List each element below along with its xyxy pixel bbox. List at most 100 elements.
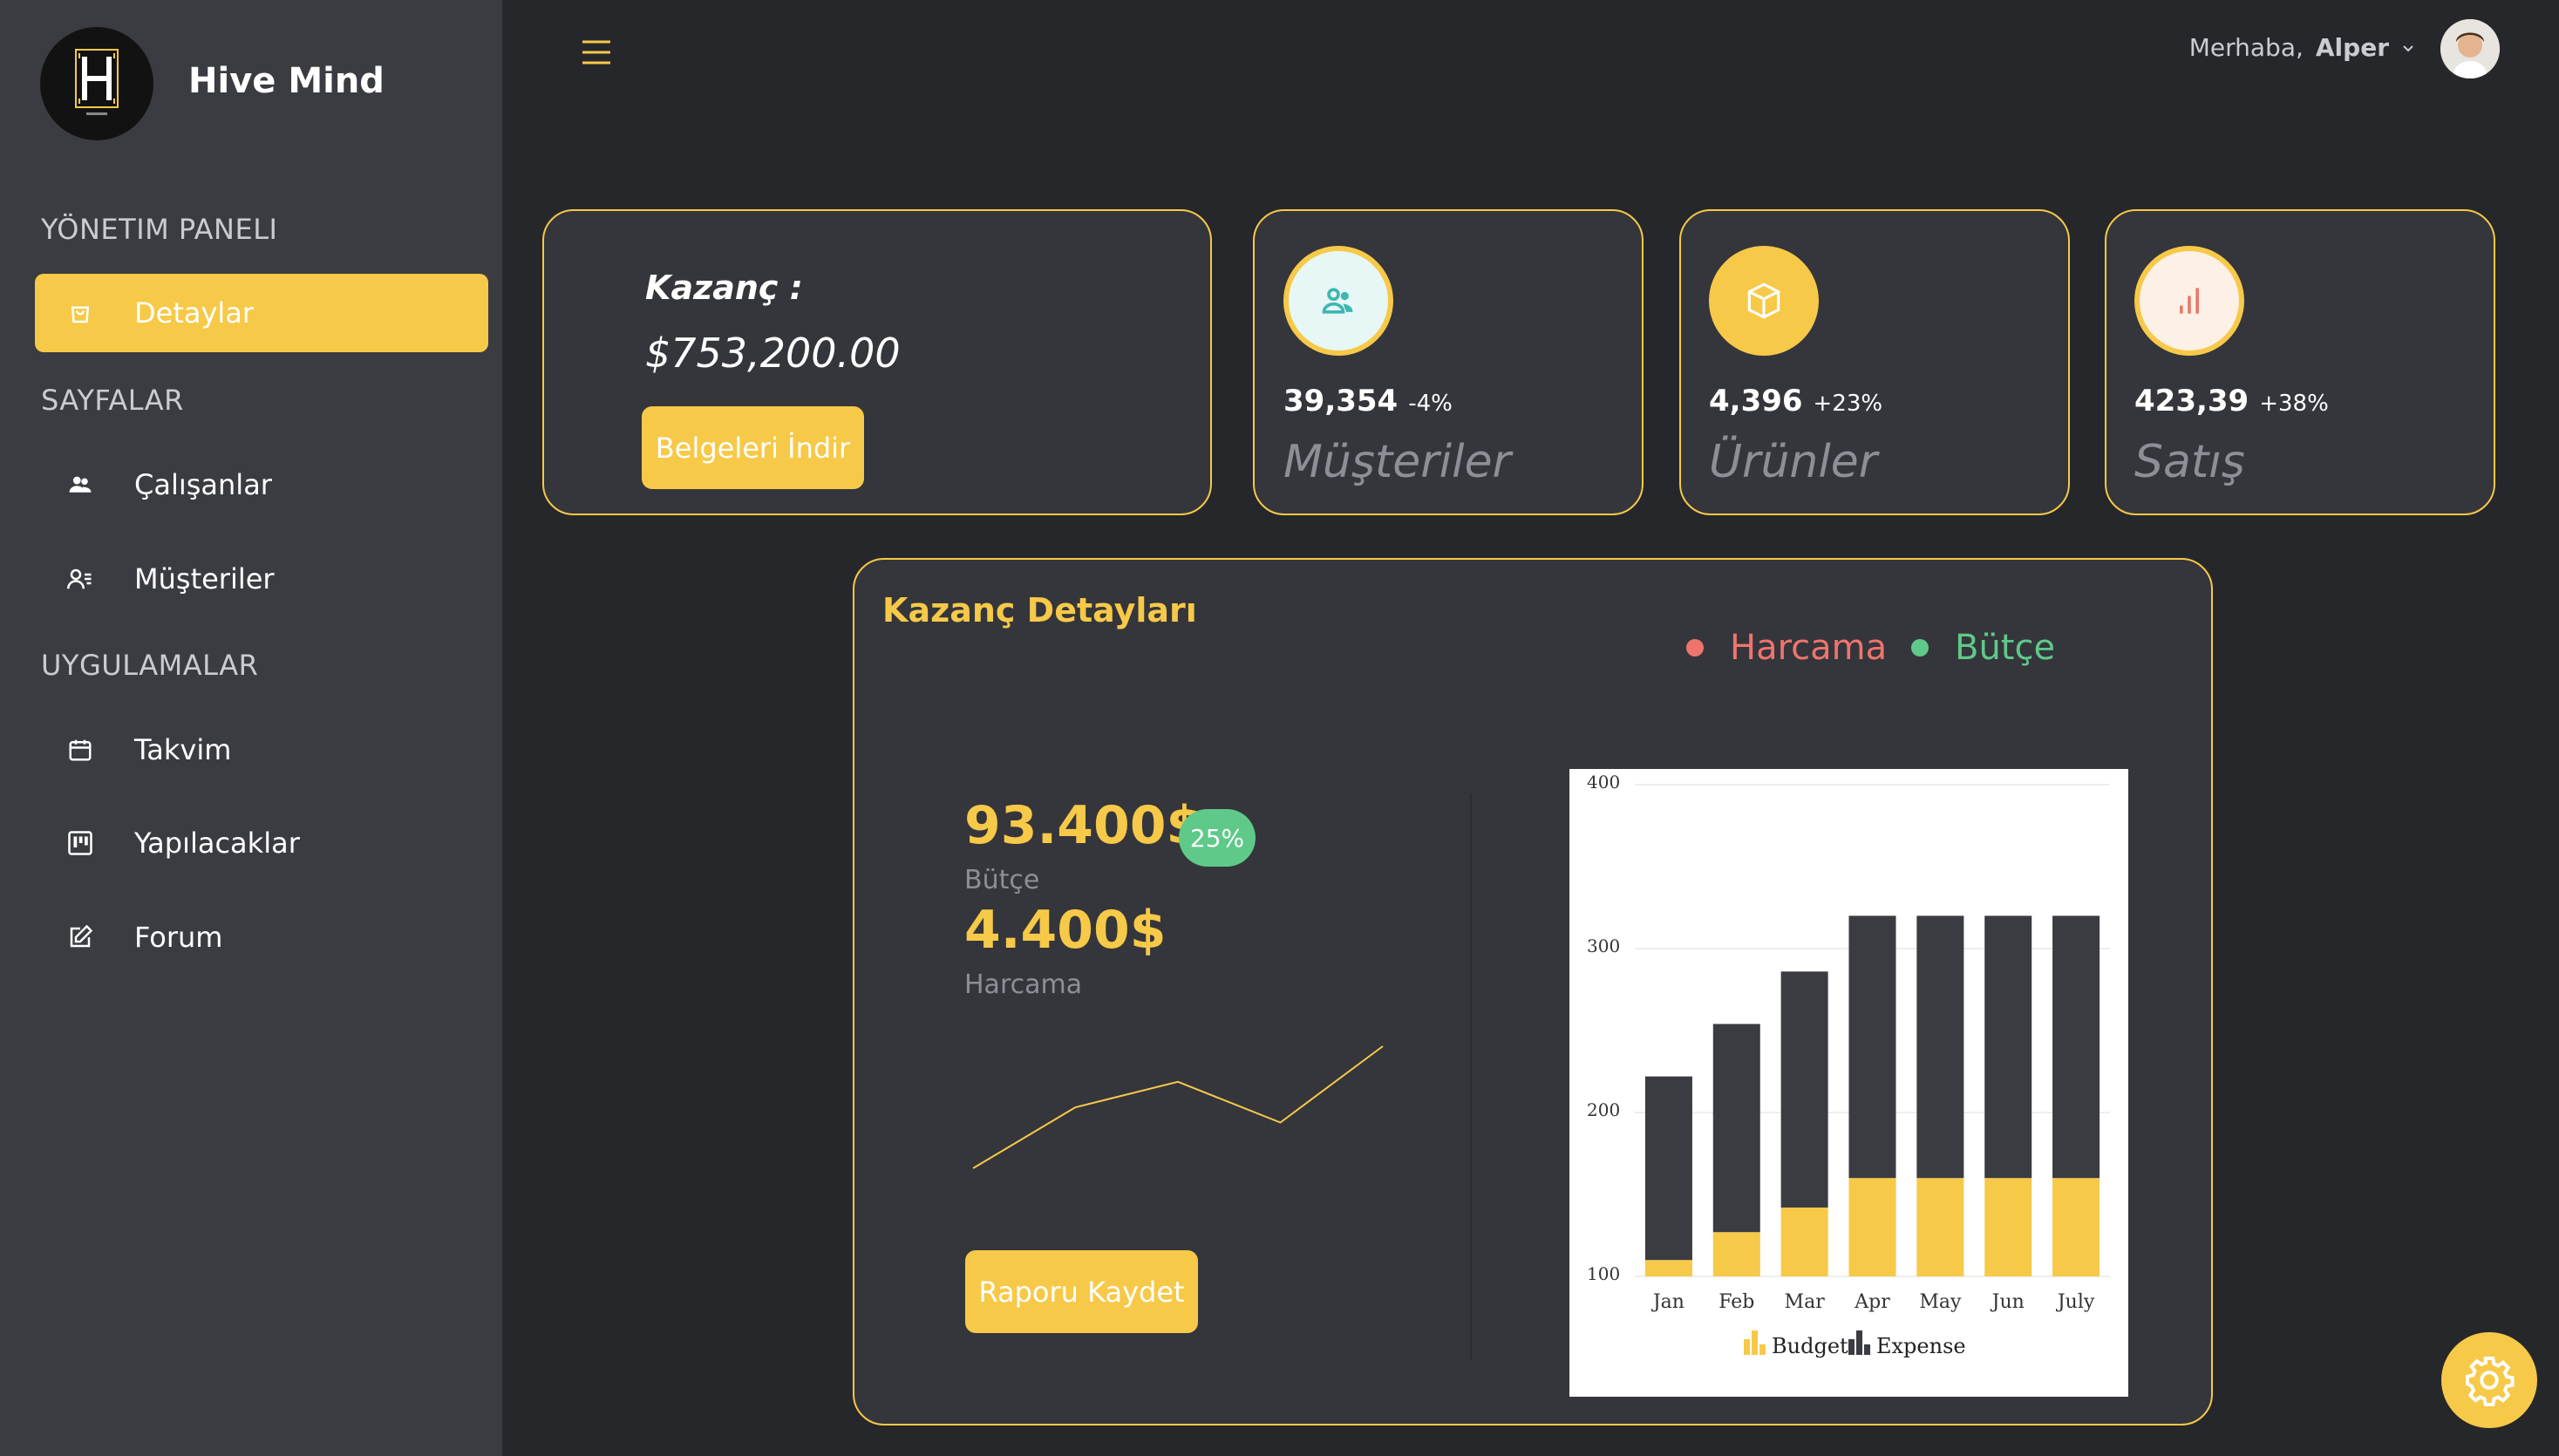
stat-value: 423,39	[2134, 384, 2249, 418]
legend-swatch	[1759, 1344, 1766, 1355]
budget-percent-badge: 25%	[1179, 809, 1256, 867]
bar-expense	[1848, 915, 1896, 1179]
user-menu[interactable]: Merhaba, Alper	[2189, 33, 2415, 62]
stat-value: 39,354	[1283, 384, 1399, 418]
sidebar-item-label: Yapılacaklar	[134, 827, 300, 860]
stat-icon-wrapper	[1283, 246, 1393, 356]
earnings-details-title: Kazanç Detayları	[882, 591, 1197, 629]
earnings-title: Kazanç :	[645, 269, 803, 307]
budget-label: Bütçe	[964, 865, 1040, 895]
avatar[interactable]	[2440, 19, 2500, 78]
legend-label: Bütçe	[1955, 628, 2056, 668]
stat-icon-wrapper	[1709, 246, 1819, 356]
menu-toggle-button[interactable]	[579, 35, 614, 70]
bar-budget	[1712, 1232, 1760, 1276]
legend-label: Expense	[1876, 1334, 1966, 1358]
bar-budget	[1916, 1178, 1964, 1276]
save-report-button[interactable]: Raporu Kaydet	[965, 1250, 1198, 1333]
greeting-text: Merhaba,	[2188, 33, 2304, 62]
sidebar-item-yapilacaklar[interactable]: Yapılacaklar	[35, 804, 488, 882]
legend-swatch	[1856, 1330, 1862, 1355]
hamburger-icon	[582, 40, 610, 65]
stat-label-products: Ürünler	[1709, 436, 1878, 488]
stat-change: +38%	[2259, 391, 2329, 417]
bar-budget	[1644, 1260, 1692, 1276]
stat-value-products: 4,396 +23%	[1709, 384, 1882, 418]
bar-chart-icon	[2180, 288, 2199, 314]
legend-swatch	[1848, 1339, 1855, 1355]
bar-expense	[1644, 1076, 1692, 1261]
x-tick-label: Jun	[1991, 1291, 2025, 1313]
legend-swatch	[1864, 1344, 1870, 1355]
team-icon	[63, 467, 98, 502]
bar-expense	[1712, 1024, 1760, 1233]
x-tick-label: Jan	[1651, 1291, 1684, 1313]
x-tick-label: Feb	[1718, 1291, 1754, 1313]
y-tick-label: 100	[1587, 1263, 1620, 1284]
legend-dot	[1686, 639, 1704, 657]
y-tick-label: 200	[1587, 1099, 1620, 1120]
section-apps: UYGULAMALAR	[41, 649, 259, 682]
bar-expense	[2052, 915, 2100, 1179]
settings-button[interactable]	[2441, 1332, 2537, 1428]
sidebar-item-label: Müşteriler	[134, 562, 275, 595]
stat-change: +23%	[1813, 391, 1883, 417]
sidebar-item-forum[interactable]: Forum	[35, 898, 488, 976]
legend-label: Harcama	[1730, 628, 1888, 668]
legend-label: Budget	[1772, 1334, 1848, 1358]
shopping-bag-icon	[63, 296, 98, 330]
bar-budget	[2052, 1178, 2100, 1276]
sidebar-item-calisanlar[interactable]: Çalışanlar	[35, 446, 488, 524]
stat-label-sales: Satış	[2134, 436, 2245, 488]
edit-icon	[63, 920, 98, 955]
bar-expense	[1984, 915, 2032, 1179]
bar-budget	[1984, 1178, 2032, 1276]
sidebar-item-label: Takvim	[134, 733, 232, 766]
contacts-icon	[63, 561, 98, 596]
stat-change: -4%	[1408, 391, 1453, 417]
bar-budget	[1780, 1208, 1828, 1276]
hive-logo-icon	[75, 49, 119, 115]
legend-swatch	[1752, 1330, 1758, 1355]
sparkline-line	[972, 1045, 1384, 1169]
sidebar-item-label: Çalışanlar	[134, 468, 272, 501]
sidebar-item-takvim[interactable]: Takvim	[35, 711, 488, 789]
budget-value: 93.400$	[964, 795, 1203, 856]
legend-budget: Bütçe	[1911, 628, 2055, 668]
bar-chart-panel: 100 200 300 400 Jan Feb Mar Apr May Jun July Budget…	[1569, 769, 2128, 1397]
download-documents-button[interactable]: Belgeleri İndir	[642, 406, 864, 489]
user-avatar-icon	[2440, 19, 2500, 78]
sidebar-item-musteriler[interactable]: Müşteriler	[35, 540, 488, 618]
users-icon	[1322, 288, 1353, 314]
user-name: Alper	[2315, 33, 2389, 62]
kanban-icon	[63, 826, 98, 861]
expense-label: Harcama	[964, 970, 1083, 1000]
gear-icon	[2466, 1357, 2515, 1406]
stat-value-sales: 423,39 +38%	[2134, 384, 2329, 418]
calendar-icon	[63, 732, 98, 767]
sidebar-item-label: Forum	[134, 921, 223, 954]
expense-value: 4.400$	[964, 900, 1167, 961]
section-pages: SAYFALAR	[41, 384, 184, 417]
sidebar-item-label: Detaylar	[134, 296, 255, 330]
legend-swatch	[1744, 1339, 1750, 1355]
bar-expense	[1780, 971, 1828, 1208]
earnings-value: $753,200.00	[645, 330, 901, 377]
legend-expense: Harcama	[1686, 628, 1887, 668]
stat-value: 4,396	[1709, 384, 1803, 418]
stat-icon-wrapper	[2134, 246, 2244, 356]
box-icon	[1747, 282, 1780, 319]
stat-value-customers: 39,354 -4%	[1283, 384, 1453, 418]
y-tick-label: 300	[1587, 936, 1620, 956]
stacked-bar-chart: 100 200 300 400 Jan Feb Mar Apr May Jun July Budget…	[1587, 772, 2110, 1358]
x-tick-label: Apr	[1854, 1291, 1890, 1313]
x-tick-label: July	[2056, 1291, 2095, 1313]
sidebar: Hive Mind YÖNETIM PANELI Detaylar SAYFAL…	[0, 0, 502, 1456]
sidebar-item-detaylar[interactable]: Detaylar	[35, 274, 488, 352]
logo[interactable]	[40, 27, 153, 140]
divider	[1470, 793, 1472, 1360]
stat-label-customers: Müşteriler	[1283, 436, 1511, 488]
x-tick-label: Mar	[1785, 1291, 1826, 1313]
bar-budget	[1848, 1178, 1896, 1276]
sparkline-chart	[972, 1045, 1384, 1169]
